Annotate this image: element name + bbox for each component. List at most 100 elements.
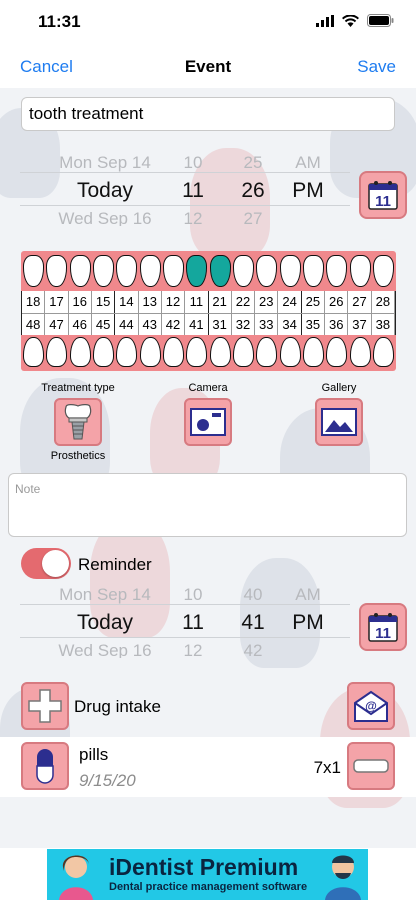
tooth-33[interactable]: [256, 337, 278, 367]
tooth-number-11[interactable]: 11: [185, 291, 209, 313]
reminder-label: Reminder: [78, 555, 152, 574]
tooth-number-35[interactable]: 35: [302, 314, 326, 335]
gallery-icon: [321, 408, 357, 436]
tooth-46[interactable]: [69, 337, 91, 367]
tooth-number-34[interactable]: 34: [278, 314, 302, 335]
reminder-date-picker[interactable]: Mon Sep 14 Today Wed Sep 16 10 11 12 40 …: [20, 582, 350, 658]
tooth-41[interactable]: [186, 337, 208, 367]
tooth-number-44[interactable]: 44: [115, 314, 139, 335]
event-calendar-button[interactable]: 11: [359, 171, 407, 219]
picker-day-column[interactable]: Mon Sep 14 Today Wed Sep 16: [40, 150, 170, 226]
tooth-number-45[interactable]: 45: [92, 314, 116, 335]
tooth-number-14[interactable]: 14: [115, 291, 139, 313]
tooth-25[interactable]: [302, 255, 324, 287]
picker-hour-selected: 11: [182, 179, 204, 202]
add-drug-button[interactable]: [21, 682, 69, 730]
remove-drug-button[interactable]: [347, 742, 395, 790]
tooth-number-47[interactable]: 47: [45, 314, 69, 335]
event-title-input[interactable]: tooth treatment: [21, 97, 395, 131]
tooth-27[interactable]: [349, 255, 371, 287]
tooth-38[interactable]: [372, 337, 394, 367]
treatment-type-button[interactable]: [54, 398, 102, 446]
reminder-toggle[interactable]: [21, 548, 71, 579]
tooth-number-36[interactable]: 36: [325, 314, 349, 335]
tooth-number-33[interactable]: 33: [255, 314, 279, 335]
gallery-button[interactable]: [315, 398, 363, 446]
picker-minute-column[interactable]: 25 26 27: [230, 150, 276, 226]
tooth-number-46[interactable]: 46: [69, 314, 92, 335]
note-field[interactable]: Note: [8, 473, 407, 537]
tooth-36[interactable]: [326, 337, 348, 367]
picker-ampm-column[interactable]: AM PM: [284, 582, 332, 638]
tooth-number-27[interactable]: 27: [348, 291, 372, 313]
tooth-number-26[interactable]: 26: [325, 291, 349, 313]
picker-hour-column[interactable]: 10 11 12: [170, 582, 216, 658]
tooth-number-16[interactable]: 16: [69, 291, 92, 313]
tooth-number-37[interactable]: 37: [348, 314, 372, 335]
save-button[interactable]: Save: [357, 57, 396, 77]
tooth-21[interactable]: [209, 255, 231, 287]
camera-icon: [190, 408, 226, 436]
tooth-32[interactable]: [232, 337, 254, 367]
tooth-number-18[interactable]: 18: [22, 291, 46, 313]
tooth-number-15[interactable]: 15: [92, 291, 116, 313]
tooth-number-13[interactable]: 13: [139, 291, 162, 313]
tooth-47[interactable]: [46, 337, 68, 367]
tooth-45[interactable]: [92, 337, 114, 367]
picker-ampm-prev: AM: [295, 153, 321, 172]
tooth-number-25[interactable]: 25: [302, 291, 326, 313]
picker-hour-column[interactable]: 10 11 12: [170, 150, 216, 226]
calendar-icon: 11: [368, 613, 398, 642]
dentist-woman-icon: [59, 855, 93, 900]
picker-ampm-column[interactable]: AM PM: [284, 150, 332, 206]
tooth-number-48[interactable]: 48: [22, 314, 46, 335]
tooth-12[interactable]: [162, 255, 184, 287]
tooth-14[interactable]: [116, 255, 138, 287]
tooth-44[interactable]: [116, 337, 138, 367]
calendar-icon: 11: [368, 181, 398, 210]
tooth-number-12[interactable]: 12: [162, 291, 186, 313]
tooth-22[interactable]: [232, 255, 254, 287]
tooth-number-41[interactable]: 41: [185, 314, 209, 335]
picker-day-column[interactable]: Mon Sep 14 Today Wed Sep 16: [40, 582, 170, 658]
lower-number-row: 48 47 46 45 44 43 42 41 31 32 33 34 35 36 37 38: [22, 313, 395, 335]
tooth-18[interactable]: [23, 255, 44, 287]
tooth-37[interactable]: [349, 337, 371, 367]
tooth-number-24[interactable]: 24: [278, 291, 302, 313]
tooth-11[interactable]: [186, 255, 208, 287]
tooth-23[interactable]: [256, 255, 278, 287]
tooth-42[interactable]: [162, 337, 184, 367]
ad-banner[interactable]: iDentist Premium Dental practice managem…: [47, 849, 368, 900]
picker-day-prev: Mon Sep 14: [59, 153, 151, 172]
tooth-13[interactable]: [139, 255, 161, 287]
picker-minute-column[interactable]: 40 41 42: [230, 582, 276, 658]
tooth-48[interactable]: [23, 337, 44, 367]
tooth-number-32[interactable]: 32: [232, 314, 256, 335]
tooth-number-21[interactable]: 21: [209, 291, 232, 313]
tooth-28[interactable]: [372, 255, 394, 287]
tooth-16[interactable]: [69, 255, 91, 287]
tooth-number-28[interactable]: 28: [372, 291, 395, 313]
tooth-31[interactable]: [209, 337, 231, 367]
tooth-34[interactable]: [279, 337, 301, 367]
tooth-number-17[interactable]: 17: [45, 291, 69, 313]
email-button[interactable]: @: [347, 682, 395, 730]
tooth-number-42[interactable]: 42: [162, 314, 186, 335]
camera-button[interactable]: [184, 398, 232, 446]
tooth-35[interactable]: [302, 337, 324, 367]
tooth-26[interactable]: [326, 255, 348, 287]
tooth-number-38[interactable]: 38: [372, 314, 395, 335]
tooth-number-22[interactable]: 22: [232, 291, 256, 313]
tooth-number-23[interactable]: 23: [255, 291, 279, 313]
tooth-number-31[interactable]: 31: [209, 314, 232, 335]
tooth-number-43[interactable]: 43: [139, 314, 162, 335]
tooth-43[interactable]: [139, 337, 161, 367]
tooth-24[interactable]: [279, 255, 301, 287]
tooth-15[interactable]: [92, 255, 114, 287]
tooth-17[interactable]: [46, 255, 68, 287]
event-date-picker[interactable]: Mon Sep 14 Today Wed Sep 16 10 11 12 25 …: [20, 150, 350, 226]
pill-type-button[interactable]: [21, 742, 69, 790]
picker-minute-selected: 41: [241, 611, 265, 634]
ad-subtitle: Dental practice management software: [109, 881, 308, 893]
reminder-calendar-button[interactable]: 11: [359, 603, 407, 651]
